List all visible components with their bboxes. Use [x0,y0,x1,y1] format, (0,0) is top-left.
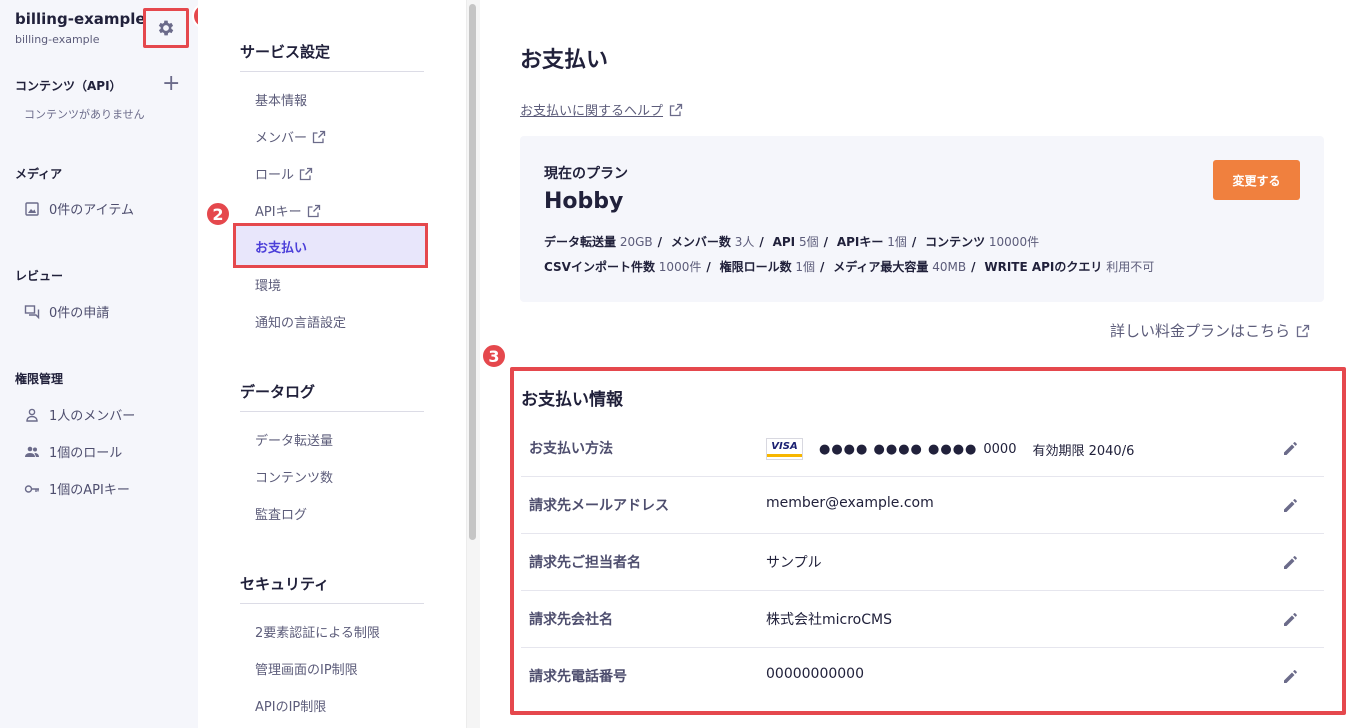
payment-method-value: VISA ●●●● ●●●● ●●●● 0000 有効期限 2040/6 [766,438,1134,460]
media-heading: メディア [15,167,63,181]
settings-button[interactable] [143,8,189,48]
sidebar-item-review-label: 0件の申請 [49,306,110,321]
sidebar-item-media-label: 0件のアイテム [49,203,134,218]
plan-name: Hobby [544,189,624,214]
billing-contact-value: サンプル [766,555,822,571]
edit-pencil-icon[interactable] [1281,438,1301,458]
gear-icon [158,20,174,36]
data-log-heading: データログ [240,383,316,401]
edit-pencil-icon[interactable] [1281,609,1301,629]
current-plan-label: 現在のプラン [544,166,628,182]
billing-contact-label: 請求先ご担当者名 [529,555,641,571]
sidebar-item-roles-label: 1個のロール [49,446,123,461]
billing-company-value: 株式会社microCMS [766,612,892,628]
payment-method-label: お支払い方法 [529,441,613,457]
service-settings-heading: サービス設定 [240,43,331,61]
billing-phone-row: 請求先電話番号 00000000000 [521,648,1324,705]
nav-item-notification-language[interactable]: 通知の言語設定 [255,312,346,331]
scrollbar-thumb[interactable] [469,4,476,540]
edit-pencil-icon[interactable] [1281,552,1301,572]
service-id: billing-example [15,33,100,46]
service-sidebar: billing-example billing-example コンテンツ（AP… [0,0,198,728]
current-plan-card: 現在のプラン Hobby 変更する データ転送量 20GB / メンバー数 3人 /… [520,136,1324,302]
sidebar-item-api-keys[interactable]: 1個のAPIキー [24,479,130,498]
key-icon [24,484,39,493]
divider [240,603,424,604]
sidebar-item-media[interactable]: 0件のアイテム [24,199,134,218]
sidebar-item-roles[interactable]: 1個のロール [24,442,122,461]
external-link-icon [1296,324,1310,337]
billing-email-label: 請求先メールアドレス [529,498,669,514]
chat-icon [24,304,40,319]
nav-item-api-keys[interactable]: APIキー [255,201,321,220]
nav-item-audit-log[interactable]: 監査ログ [255,504,307,523]
change-plan-button[interactable]: 変更する [1213,160,1300,200]
divider [240,71,424,72]
nav-item-admin-ip-restriction[interactable]: 管理画面のIP制限 [255,659,358,678]
billing-contact-row: 請求先ご担当者名 サンプル [521,534,1324,591]
service-name[interactable]: billing-example [15,10,146,28]
image-icon [25,201,39,216]
nav-item-api-ip-restriction[interactable]: APIのIP制限 [255,696,326,715]
plan-specs-row-2: CSVインポート件数 1000件 / 権限ロール数 1個 / メディア最大容量 40… [544,260,1155,274]
divider [240,411,424,412]
external-link-icon [299,167,313,180]
nav-item-basic-info[interactable]: 基本情報 [255,90,307,109]
billing-email-value: member@example.com [766,495,934,511]
people-icon [25,446,39,457]
billing-phone-value: 00000000000 [766,666,864,682]
pricing-details-link[interactable]: 詳しい料金プランはこちら [1110,320,1310,341]
edit-pencil-icon[interactable] [1281,666,1301,686]
nav-item-members[interactable]: メンバー [255,127,326,146]
review-heading: レビュー [15,269,64,283]
add-api-button[interactable]: + [162,73,180,95]
billing-email-row: 請求先メールアドレス member@example.com [521,477,1324,534]
sidebar-item-review[interactable]: 0件の申請 [24,302,109,321]
payment-help-link[interactable]: お支払いに関するヘルプ [520,100,683,119]
contents-heading: コンテンツ（API） [15,79,122,93]
page-title: お支払い [520,48,609,73]
annotation-badge-3: 3 [481,343,507,369]
person-icon [26,408,38,422]
external-link-icon [307,204,320,217]
billing-phone-label: 請求先電話番号 [529,669,627,685]
visa-card-icon: VISA [766,438,803,460]
sidebar-item-members[interactable]: 1人のメンバー [24,405,135,424]
security-heading: セキュリティ [240,575,330,593]
nav-item-environment[interactable]: 環境 [255,275,281,294]
nav-item-data-transfer[interactable]: データ転送量 [255,430,333,449]
billing-company-row: 請求先会社名 株式会社microCMS [521,591,1324,648]
payment-info-title: お支払い情報 [521,390,623,410]
annotation-badge-2: 2 [205,201,231,227]
nav-item-roles[interactable]: ロール [255,164,313,183]
nav-item-content-count[interactable]: コンテンツ数 [255,467,333,486]
external-link-icon [312,130,326,143]
nav-item-payment-label[interactable]: お支払い [255,237,307,256]
billing-company-label: 請求先会社名 [529,612,613,628]
payment-method-row: お支払い方法 VISA ●●●● ●●●● ●●●● 0000 有効期限 204… [521,420,1324,477]
contents-empty-text: コンテンツがありません [24,108,145,121]
edit-pencil-icon[interactable] [1281,495,1301,515]
plan-specs-row-1: データ転送量 20GB / メンバー数 3人 / API 5個 / APIキー 1個 /… [544,235,1040,249]
external-link-icon [669,103,683,116]
nav-item-2fa-restriction[interactable]: 2要素認証による制限 [255,622,380,641]
sidebar-item-api-keys-label: 1個のAPIキー [49,483,130,498]
permissions-heading: 権限管理 [15,372,64,386]
settings-nav: サービス設定 基本情報 メンバー ロール APIキー お支払い 環境 通知の言語… [198,0,466,728]
sidebar-item-members-label: 1人のメンバー [49,409,136,424]
